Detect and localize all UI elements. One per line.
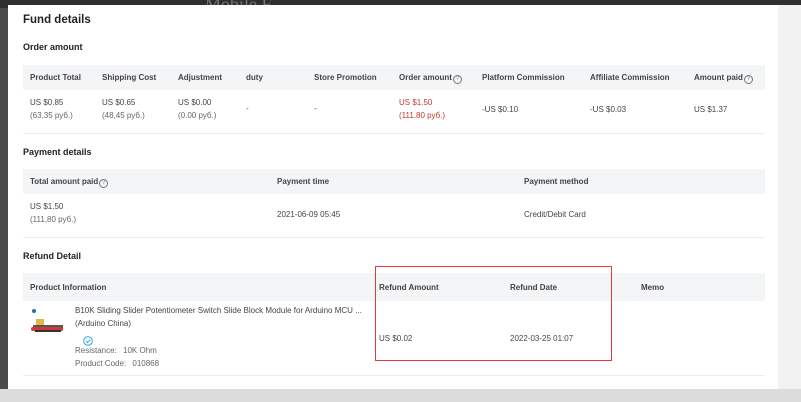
shipping-cost-local: (48,45 руб.) bbox=[102, 111, 145, 120]
payment-details-title: Payment details bbox=[23, 147, 92, 157]
platform-commission-value: -US $0.10 bbox=[482, 105, 519, 114]
product-total-local: (63,35 руб.) bbox=[30, 111, 73, 120]
order-amount-value: US $1.50 bbox=[399, 98, 433, 107]
refund-detail-title: Refund Detail bbox=[23, 251, 82, 261]
total-paid-value: US $1.50 bbox=[30, 202, 64, 211]
order-amount-title: Order amount bbox=[23, 42, 83, 52]
th-adjustment: Adjustment bbox=[178, 73, 222, 82]
order-amount-local: (111.80 руб.) bbox=[399, 111, 446, 120]
th-store-promotion: Store Promotion bbox=[314, 73, 377, 82]
scrollbar-track[interactable] bbox=[778, 5, 801, 389]
th-product-information: Product Information bbox=[30, 283, 107, 292]
th-order-amount: Order amount? bbox=[399, 73, 462, 84]
order-table-header: Product Total Shipping Cost Adjustment d… bbox=[23, 65, 765, 90]
product-thumbnail[interactable] bbox=[30, 308, 66, 338]
th-total-paid-label: Total amount paid bbox=[30, 177, 99, 186]
store-promotion-value: - bbox=[314, 104, 317, 113]
resistance-value: 10K Ohm bbox=[123, 346, 157, 355]
divider bbox=[23, 375, 765, 376]
adjustment-value: US $0.00 bbox=[178, 98, 212, 107]
th-shipping-cost: Shipping Cost bbox=[102, 73, 157, 82]
order-amount-cell: US $1.50 (111.80 руб.) bbox=[399, 96, 445, 122]
total-paid-cell: US $1.50 (111,80 руб.) bbox=[30, 200, 76, 226]
annotation-highlight-box bbox=[375, 266, 612, 361]
adjustment-cell: US $0.00 (0.00 руб.) bbox=[178, 96, 216, 122]
product-name[interactable]: B10K Sliding Slider Potentiometer Switch… bbox=[75, 304, 362, 317]
th-product-total: Product Total bbox=[30, 73, 81, 82]
product-code: Product Code: 010868 bbox=[75, 357, 159, 370]
product-total-value: US $0.85 bbox=[30, 98, 64, 107]
divider bbox=[23, 133, 765, 134]
product-total-cell: US $0.85 (63,35 руб.) bbox=[30, 96, 73, 122]
th-amount-paid-label: Amount paid bbox=[694, 73, 743, 82]
amount-paid-value: US $1.37 bbox=[694, 105, 728, 114]
shipping-cost-value: US $0.65 bbox=[102, 98, 136, 107]
divider bbox=[23, 237, 765, 238]
affiliate-commission-value: -US $0.03 bbox=[590, 105, 627, 114]
dialog-title: Fund details bbox=[23, 14, 91, 26]
product-code-value: 010868 bbox=[132, 359, 160, 368]
adjustment-local: (0.00 руб.) bbox=[178, 111, 217, 120]
help-icon[interactable]: ? bbox=[99, 179, 109, 188]
resistance-label: Resistance: bbox=[75, 346, 117, 355]
th-memo: Memo bbox=[641, 283, 665, 292]
shipping-cost-cell: US $0.65 (48,45 руб.) bbox=[102, 96, 145, 122]
fund-details-dialog: Fund details Order amount Product Total … bbox=[8, 5, 778, 389]
th-affiliate-commission: Affiliate Commission bbox=[590, 73, 670, 82]
help-icon[interactable]: ? bbox=[452, 75, 462, 84]
th-duty: duty bbox=[246, 73, 263, 82]
payment-method-value: Credit/Debit Card bbox=[524, 210, 586, 219]
backdrop-footer bbox=[0, 389, 801, 402]
th-payment-method: Payment method bbox=[524, 177, 589, 186]
th-total-paid: Total amount paid? bbox=[30, 177, 109, 188]
product-seller: (Arduino China) bbox=[75, 319, 132, 328]
product-resistance: Resistance: 10K Ohm bbox=[75, 344, 157, 357]
th-platform-commission: Platform Commission bbox=[482, 73, 565, 82]
th-amount-paid: Amount paid? bbox=[694, 73, 753, 84]
th-payment-time: Payment time bbox=[277, 177, 330, 186]
total-paid-local: (111,80 руб.) bbox=[30, 215, 77, 224]
payment-table-header: Total amount paid? Payment time Payment … bbox=[23, 169, 765, 194]
th-order-amount-label: Order amount bbox=[399, 73, 452, 82]
payment-time-value: 2021-06-09 05:45 bbox=[277, 210, 341, 219]
product-code-label: Product Code: bbox=[75, 359, 127, 368]
duty-value: - bbox=[246, 104, 249, 113]
help-icon[interactable]: ? bbox=[743, 75, 753, 84]
